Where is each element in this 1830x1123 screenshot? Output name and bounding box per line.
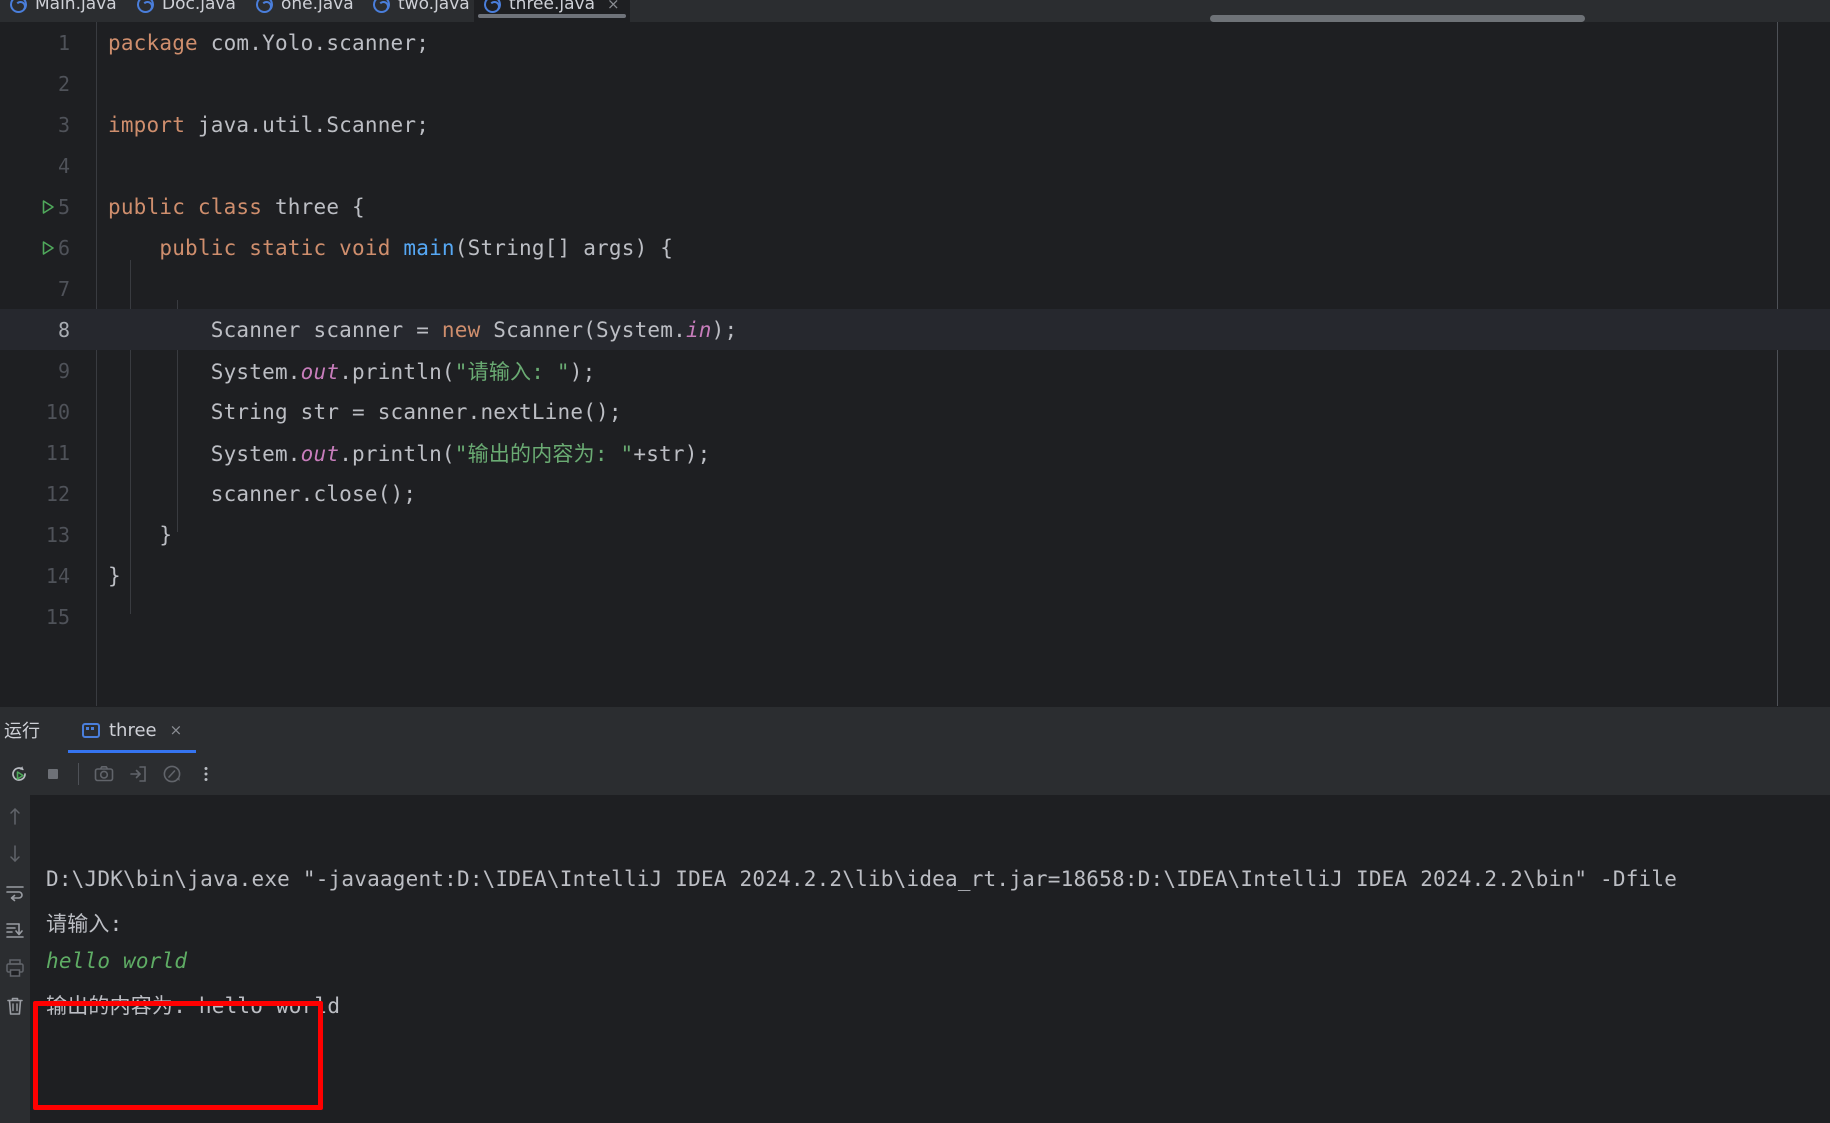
code-text: scanner.close();	[108, 481, 417, 506]
console-line-output: 请输入:	[46, 912, 123, 936]
code-line[interactable]: 7	[0, 268, 1830, 309]
run-gutter-icon[interactable]	[38, 238, 58, 258]
code-editor[interactable]: 1 package com.Yolo.scanner; 2 3 import java.…	[0, 22, 1830, 706]
run-tab-label: three	[109, 719, 157, 741]
editor-tab-label: one.java	[281, 0, 354, 14]
code-text: package com.Yolo.scanner;	[108, 30, 430, 55]
editor-tab-label: three.java	[509, 0, 595, 14]
run-window-header: 运行 three ×	[0, 707, 1830, 753]
attach-process-button[interactable]	[121, 757, 155, 791]
editor-tab-doc-java[interactable]: Doc.java	[127, 0, 246, 22]
console-icon	[82, 722, 100, 738]
code-line[interactable]: 4	[0, 145, 1830, 186]
code-line[interactable]: 11 System.out.println("输出的内容为: "+str);	[0, 432, 1830, 473]
line-number: 8	[57, 317, 70, 342]
java-class-icon	[137, 0, 154, 13]
run-gutter-icon[interactable]	[38, 197, 58, 217]
screenshot-button[interactable]	[87, 757, 121, 791]
code-text: String str = scanner.nextLine();	[108, 399, 622, 424]
line-number: 11	[45, 440, 70, 465]
code-line[interactable]: 10 String str = scanner.nextLine();	[0, 391, 1830, 432]
code-line[interactable]: 15	[0, 596, 1830, 637]
print-icon[interactable]	[2, 955, 28, 981]
profiler-button[interactable]	[155, 757, 189, 791]
console-output[interactable]: D:\JDK\bin\java.exe "-javaagent:D:\IDEA\…	[30, 795, 1830, 1123]
code-text: System.out.println("请输入: ");	[108, 359, 596, 384]
run-window-title: 运行	[4, 721, 40, 742]
line-number: 2	[57, 71, 70, 96]
code-line[interactable]: 1 package com.Yolo.scanner;	[0, 22, 1830, 63]
line-number: 10	[45, 399, 70, 424]
code-text: public static void main(String[] args) {	[159, 235, 674, 260]
editor-tab-one-java[interactable]: one.java	[246, 0, 364, 22]
line-number: 1	[57, 30, 70, 55]
close-icon[interactable]: ×	[607, 0, 620, 13]
ide-window: Main.java Doc.java one.java two.java three.j…	[0, 0, 1830, 1123]
code-line[interactable]: 8 Scanner scanner = new Scanner(System.i…	[0, 309, 1830, 350]
line-number: 9	[57, 358, 70, 383]
scroll-up-icon[interactable]	[2, 803, 28, 829]
close-icon[interactable]: ×	[170, 721, 183, 739]
code-text: }	[108, 563, 121, 588]
line-number: 12	[45, 481, 70, 506]
code-text: Scanner scanner = new Scanner(System.in)…	[108, 317, 738, 342]
code-line[interactable]: 2	[0, 63, 1830, 104]
console-line-command: D:\JDK\bin\java.exe "-javaagent:D:\IDEA\…	[46, 867, 1678, 891]
line-number: 13	[45, 522, 70, 547]
code-line[interactable]: 12 scanner.close();	[0, 473, 1830, 514]
tab-bar-scrollbar-thumb[interactable]	[1210, 15, 1585, 22]
editor-tab-label: two.java	[398, 0, 470, 14]
stop-button[interactable]	[36, 757, 70, 791]
run-toolbar	[0, 753, 1830, 795]
line-number: 4	[57, 153, 70, 178]
line-number: 14	[45, 563, 70, 588]
scroll-down-icon[interactable]	[2, 841, 28, 867]
toolbar-divider	[78, 763, 79, 785]
code-line[interactable]: 3 import java.util.Scanner;	[0, 104, 1830, 145]
code-line[interactable]: 13 }	[0, 514, 1830, 555]
line-number: 3	[57, 112, 70, 137]
console-side-toolbar	[0, 795, 30, 1123]
editor-tab-main-java[interactable]: Main.java	[0, 0, 127, 22]
java-class-icon	[10, 0, 27, 13]
console-line-input: hello world	[46, 949, 188, 973]
code-text: }	[108, 522, 173, 547]
run-tool-window: 运行 three × D:\JDK\bin\java.exe "-javaage…	[0, 706, 1830, 1123]
java-class-icon	[484, 0, 501, 13]
run-tab-three[interactable]: three ×	[68, 707, 197, 753]
rerun-button[interactable]	[2, 757, 36, 791]
code-text: public class three {	[108, 194, 365, 219]
active-tab-indicator	[478, 14, 626, 18]
code-line[interactable]: 5 public class three {	[0, 186, 1830, 227]
code-text: import java.util.Scanner;	[108, 112, 430, 137]
editor-tab-three-java[interactable]: three.java ×	[474, 0, 630, 22]
code-line[interactable]: 9 System.out.println("请输入: ");	[0, 350, 1830, 391]
soft-wrap-icon[interactable]	[2, 879, 28, 905]
java-class-icon	[256, 0, 273, 13]
line-number: 7	[57, 276, 70, 301]
editor-tab-label: Main.java	[35, 0, 117, 14]
line-number: 15	[45, 604, 70, 629]
more-options-button[interactable]	[189, 757, 223, 791]
clear-all-icon[interactable]	[2, 993, 28, 1019]
scroll-to-end-icon[interactable]	[2, 917, 28, 943]
java-class-icon	[373, 0, 390, 13]
editor-tab-bar: Main.java Doc.java one.java two.java three.j…	[0, 0, 1830, 22]
console-line-output: 输出的内容为: hello world	[46, 994, 341, 1018]
editor-tab-two-java[interactable]: two.java	[363, 0, 480, 22]
code-line[interactable]: 14}	[0, 555, 1830, 596]
editor-tab-label: Doc.java	[162, 0, 236, 14]
code-line[interactable]: 6 public static void main(String[] args)…	[0, 227, 1830, 268]
code-text: System.out.println("输出的内容为: "+str);	[108, 441, 711, 466]
